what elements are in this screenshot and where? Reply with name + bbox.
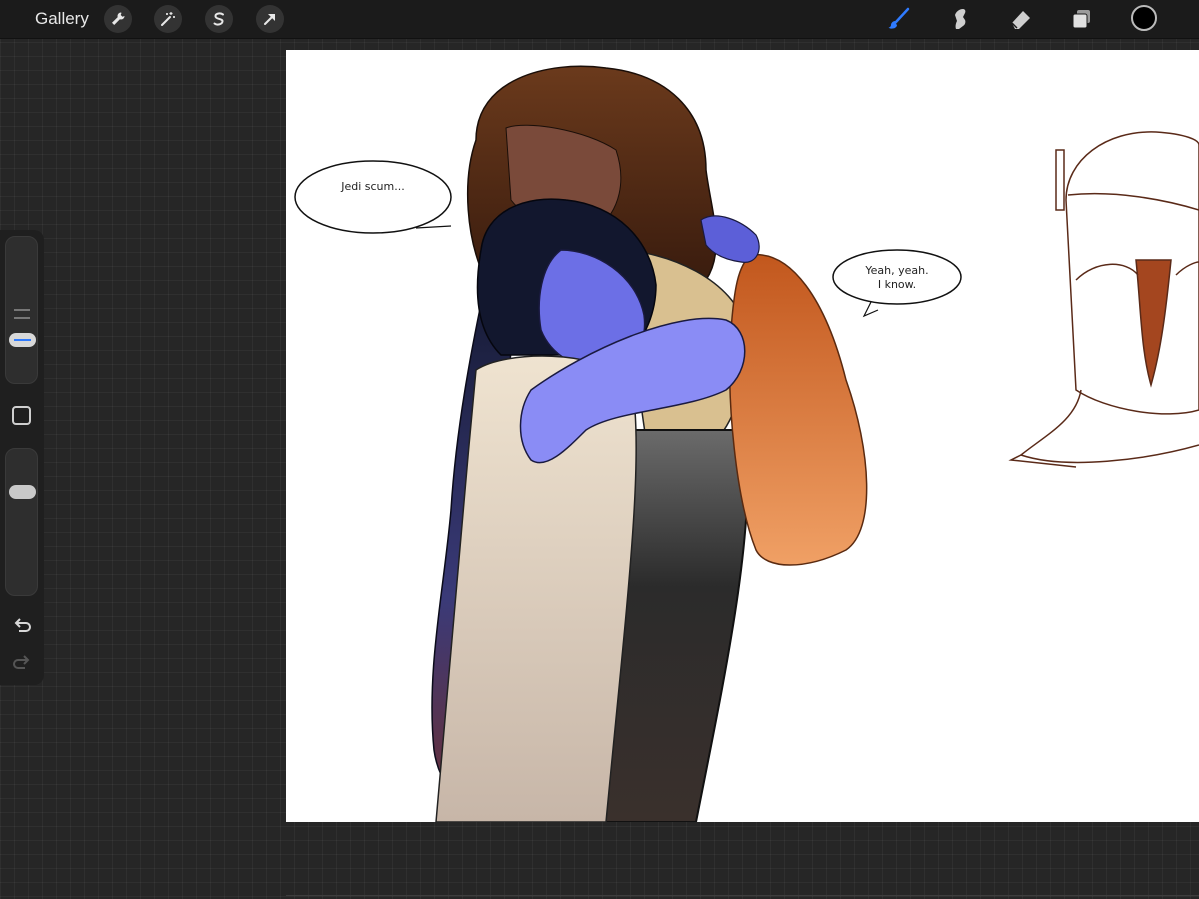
smudge-tool-button[interactable] (946, 5, 974, 33)
redo-icon[interactable] (11, 652, 33, 674)
smudge-icon (955, 9, 966, 29)
top-toolbar: Gallery (0, 0, 1199, 39)
active-indicator (14, 339, 31, 341)
brush-size-slider[interactable] (5, 236, 38, 384)
speech-bubble-2-line1: Yeah, yeah. (864, 264, 928, 277)
opacity-thumb[interactable] (9, 485, 36, 499)
layers-button[interactable] (1068, 5, 1096, 33)
brush-icon (888, 7, 910, 29)
opacity-slider[interactable] (5, 448, 38, 596)
drawing-canvas[interactable]: Jedi scum... Yeah, yeah. I know. (286, 50, 1199, 822)
wrench-icon (112, 12, 125, 25)
speech-bubble-2-line2: I know. (878, 278, 916, 291)
erase-tool-button[interactable] (1007, 5, 1035, 33)
color-picker-swatch[interactable] (1131, 5, 1157, 31)
actions-button[interactable] (104, 5, 132, 33)
undo-icon[interactable] (11, 615, 33, 637)
speech-bubble-1-text: Jedi scum... (340, 180, 405, 193)
gallery-button[interactable]: Gallery (35, 9, 89, 29)
speech-bubble-2: Yeah, yeah. I know. (832, 249, 962, 318)
slider-tick (14, 317, 30, 319)
speech-bubble-1: Jedi scum... (294, 160, 452, 234)
transform-arrow-icon (264, 14, 275, 25)
eraser-icon (1011, 11, 1030, 29)
helmet-sketch (1008, 131, 1199, 468)
paint-tool-button[interactable] (885, 5, 913, 33)
adjustments-button[interactable] (154, 5, 182, 33)
layers-icon (1072, 10, 1090, 29)
slider-tick (14, 309, 30, 311)
orange-hair (729, 254, 868, 566)
artwork: Jedi scum... Yeah, yeah. I know. (294, 65, 1199, 822)
selection-button[interactable] (205, 5, 233, 33)
left-sidebar (0, 230, 44, 685)
modify-button[interactable] (12, 406, 31, 425)
brush-size-thumb[interactable] (9, 333, 36, 347)
transform-button[interactable] (256, 5, 284, 33)
selection-s-icon (213, 12, 224, 26)
bottom-divider (286, 895, 1199, 896)
magic-wand-icon (161, 12, 175, 26)
